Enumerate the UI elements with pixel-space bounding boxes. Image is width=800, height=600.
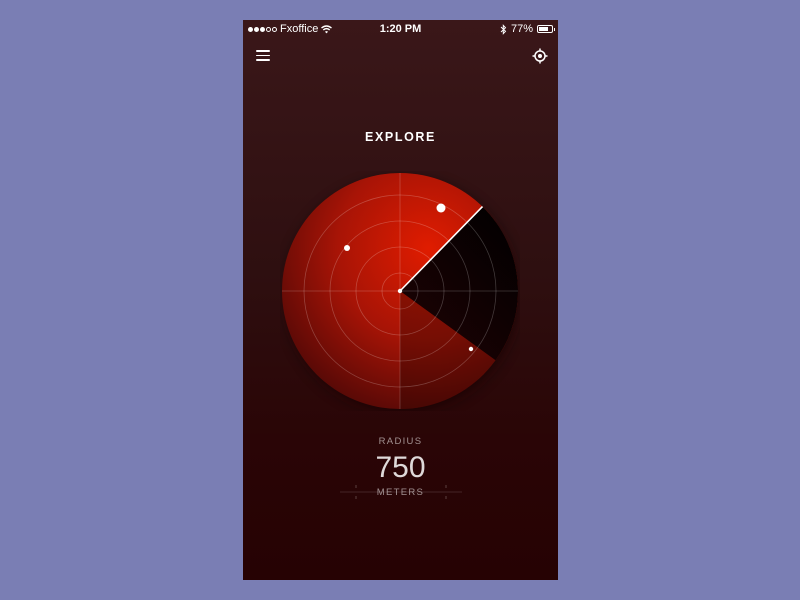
radar-blip[interactable] — [344, 245, 350, 251]
radar-scope[interactable] — [280, 171, 520, 411]
battery-percent: 77% — [510, 23, 533, 35]
battery-icon — [537, 25, 555, 33]
phone-screen: Fxoffice 1:20 PM 77% EXPLORE RADIUS 750 … — [243, 20, 558, 580]
radar-center-dot — [397, 288, 403, 294]
radius-label: RADIUS — [378, 436, 423, 447]
status-right: 77% — [500, 23, 555, 35]
radar-blip[interactable] — [436, 203, 446, 213]
crosshair-target-icon[interactable] — [532, 48, 548, 64]
hamburger-menu-icon[interactable] — [256, 50, 270, 62]
battery-level — [539, 27, 549, 31]
status-bar: Fxoffice 1:20 PM 77% — [243, 20, 558, 38]
bluetooth-icon — [500, 23, 507, 35]
page-title: EXPLORE — [365, 130, 436, 144]
radius-value: 750 — [375, 451, 426, 484]
radar-blip[interactable] — [468, 346, 474, 352]
radius-unit: METERS — [376, 487, 425, 498]
